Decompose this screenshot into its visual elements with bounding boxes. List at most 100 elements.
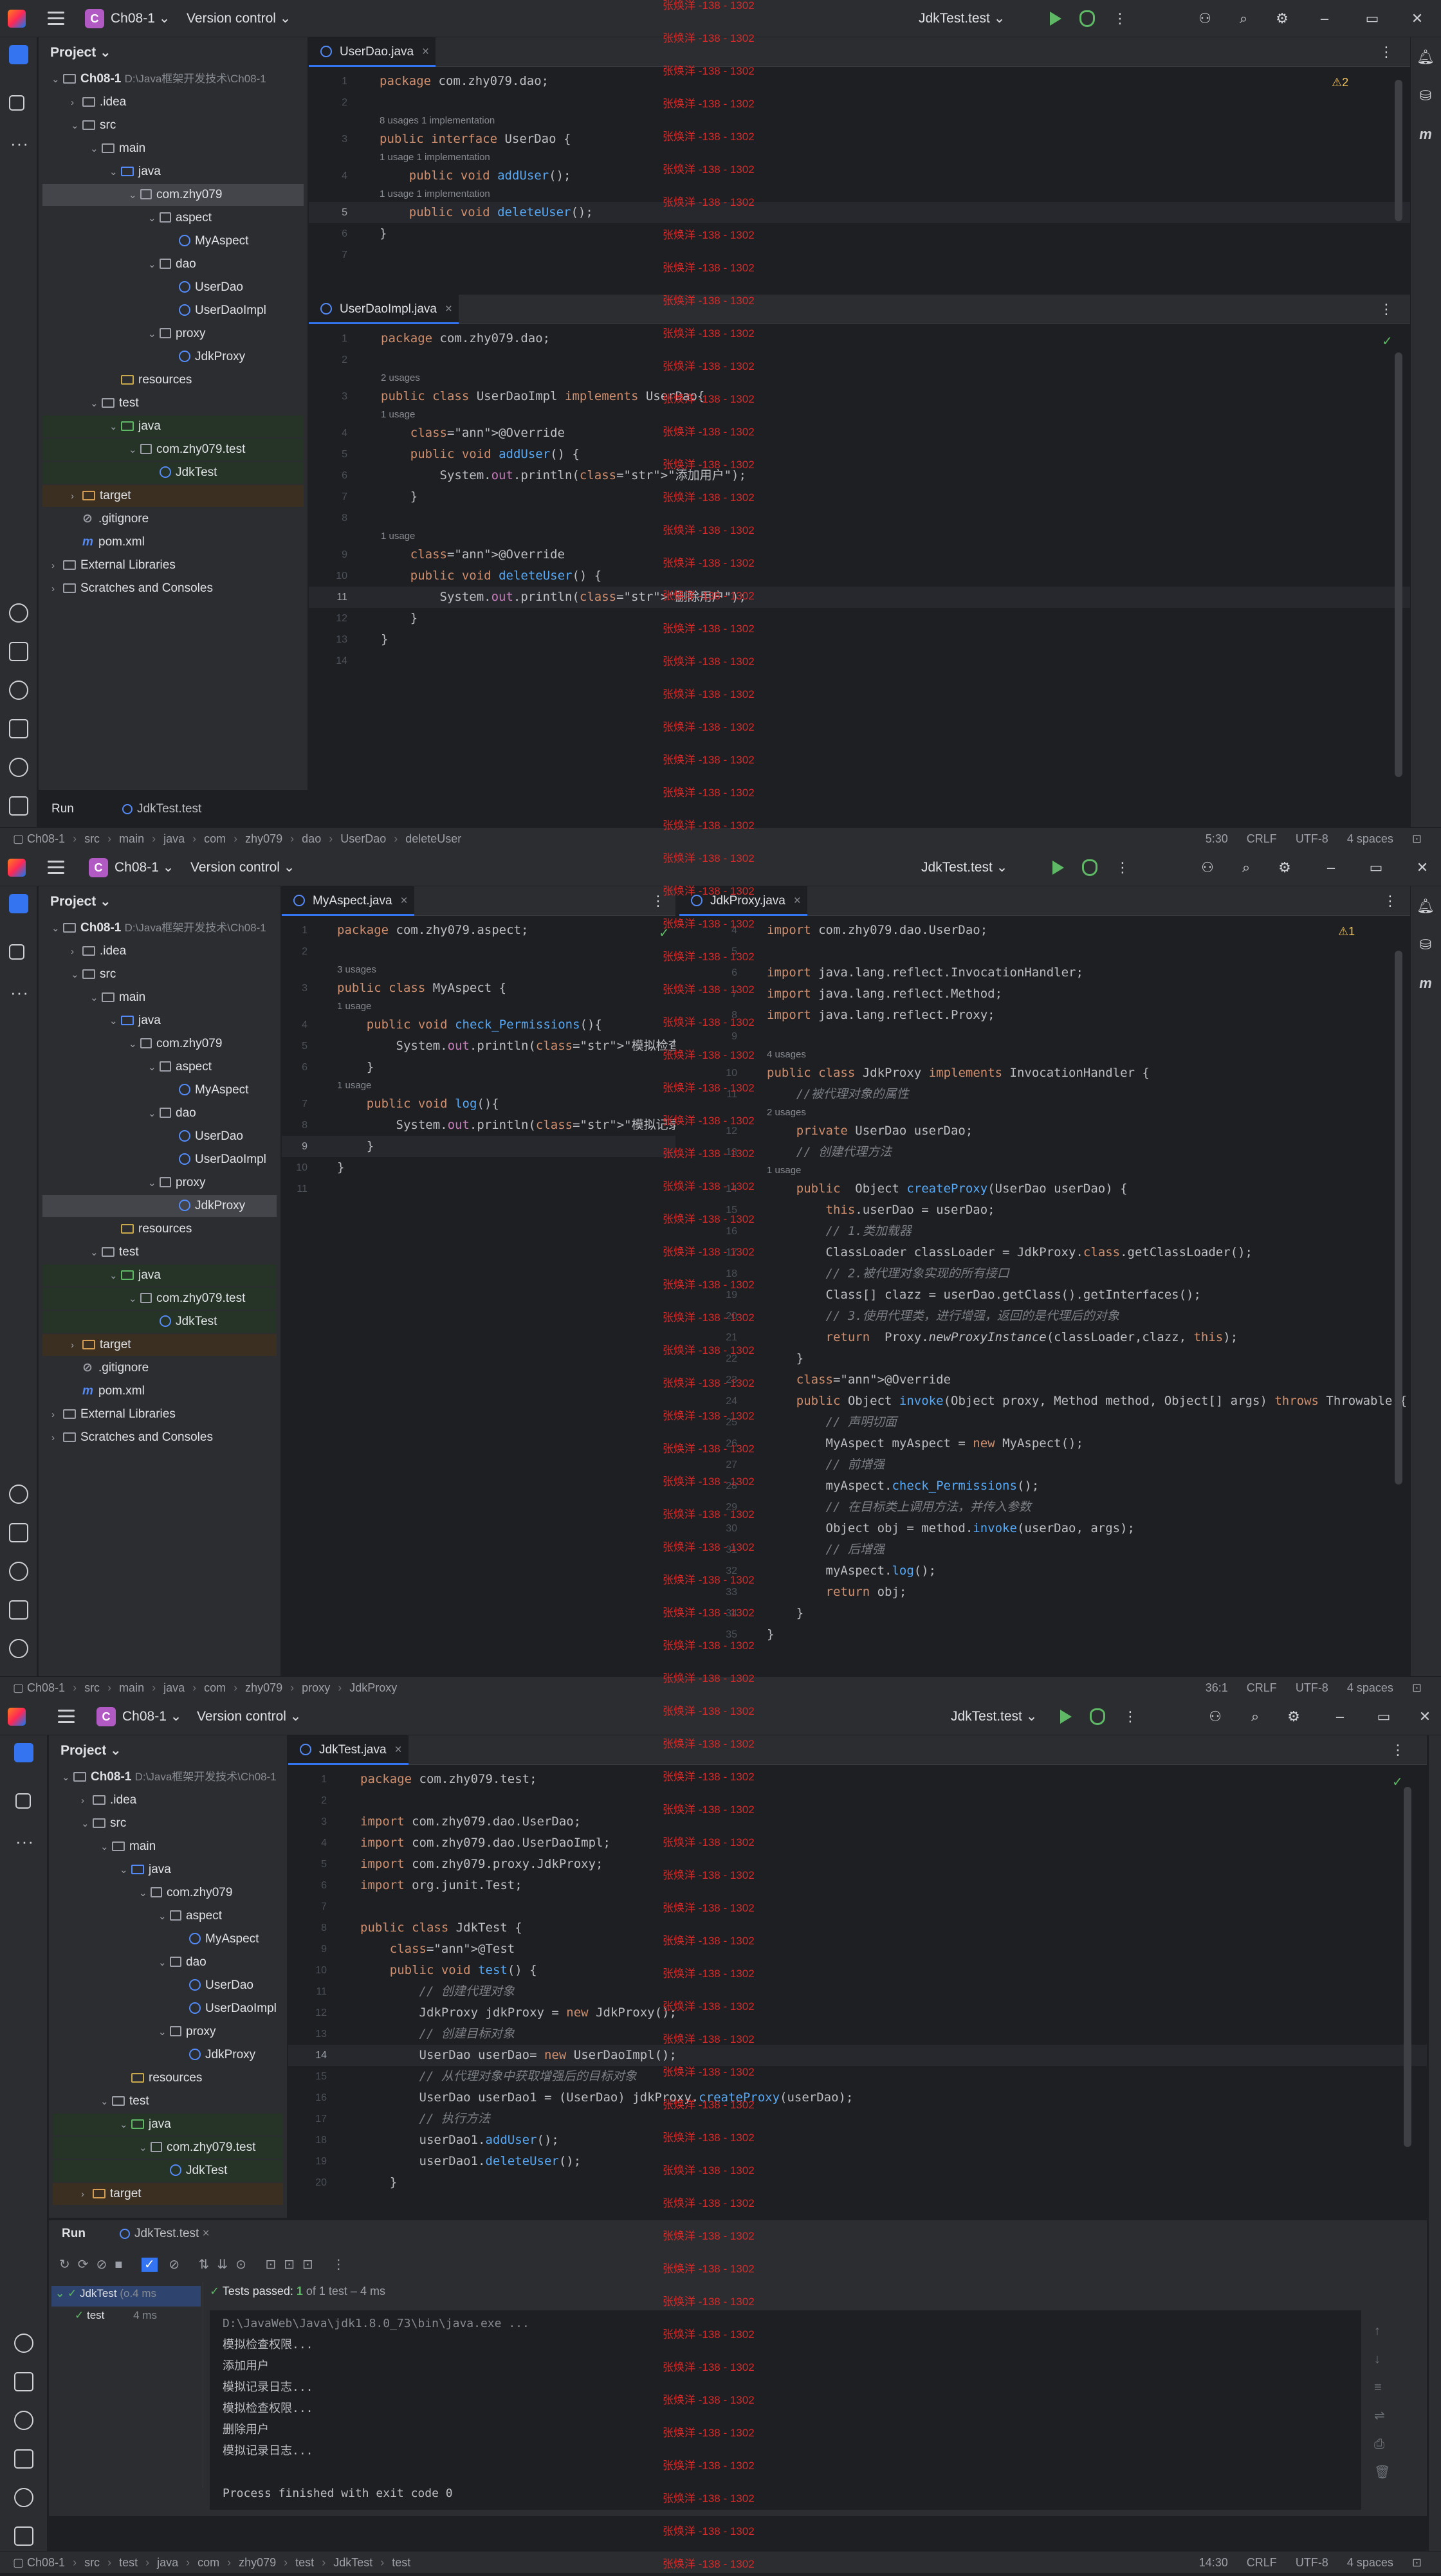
structure-tool-icon[interactable] bbox=[9, 944, 24, 960]
version-control-menu[interactable]: Version control ⌄ bbox=[197, 1706, 301, 1728]
test-tree-root[interactable]: ⌄ ✓ JdkTest (o.4 ms bbox=[55, 2287, 156, 2300]
code-line[interactable]: JdkProxy jdkProxy = new JdkProxy(); bbox=[360, 2002, 677, 2023]
tree-userdao[interactable]: UserDao bbox=[53, 1975, 283, 1996]
vertical-scrollbar[interactable] bbox=[1395, 352, 1402, 777]
expand-chevron-icon[interactable]: ⌄ bbox=[158, 1952, 170, 1974]
close-tab-icon[interactable]: × bbox=[400, 886, 407, 916]
tree-idea[interactable]: › .idea bbox=[42, 940, 277, 962]
tree-java[interactable]: ⌄ java bbox=[53, 1859, 283, 1881]
tab-menu-icon[interactable]: ⋮ bbox=[1377, 42, 1396, 62]
tab-jdktest[interactable]: JdkTest.java × bbox=[288, 1735, 408, 1765]
expand-chevron-icon[interactable]: ⌄ bbox=[90, 138, 102, 160]
code-line[interactable]: class="ann">@Override bbox=[767, 1369, 951, 1391]
expand-chevron-icon[interactable]: ⌄ bbox=[129, 1288, 140, 1310]
code-line[interactable]: this.userDao = userDao; bbox=[767, 1200, 995, 1221]
caret-position[interactable]: 5:30 bbox=[1206, 832, 1228, 845]
code-line[interactable]: import com.zhy079.dao.UserDao; bbox=[767, 920, 987, 941]
console-line[interactable]: 删除用户 bbox=[223, 2419, 269, 2440]
warning-count[interactable]: ⚠2 bbox=[1332, 76, 1348, 89]
indent-setting[interactable]: 4 spaces bbox=[1347, 832, 1393, 845]
tree-main[interactable]: ⌄ main bbox=[42, 138, 304, 160]
breadcrumb[interactable]: ▢ Ch08-1 › src › main › java › com › zhy079 › proxy ›… bbox=[13, 1677, 397, 1698]
tree-gitignore[interactable]: ⊘ .gitignore bbox=[42, 508, 304, 530]
tree-test[interactable]: ⌄ test bbox=[53, 2090, 283, 2112]
more-tools-icon[interactable]: ··· bbox=[10, 134, 29, 154]
tree-external-libraries[interactable]: › External Libraries bbox=[42, 554, 304, 576]
settings-gear-icon[interactable]: ⚙ bbox=[1272, 9, 1292, 28]
code-line[interactable]: } bbox=[381, 608, 418, 629]
code-line[interactable]: System.out.println(class="str">"模拟记录日志..… bbox=[337, 1115, 676, 1136]
breadcrumb[interactable]: ▢ Ch08-1 › src › test › java › com › zhy079 › test › J… bbox=[13, 2552, 410, 2573]
expand-chevron-icon[interactable]: ⌄ bbox=[90, 393, 102, 415]
code-line[interactable]: package com.zhy079.dao; bbox=[381, 328, 550, 349]
breadcrumb-item[interactable]: test bbox=[392, 2556, 410, 2569]
main-menu-icon[interactable] bbox=[58, 1710, 75, 1724]
console-side-toolbar[interactable]: ↑ ↓ ≡ ⇌ ⎙ 🗑︎ bbox=[1374, 2317, 1390, 2487]
tree-test-package[interactable]: ⌄ com.zhy079.test bbox=[53, 2137, 283, 2159]
line-endings[interactable]: CRLF bbox=[1247, 2556, 1277, 2569]
more-tools-icon[interactable]: ··· bbox=[15, 1832, 34, 1852]
project-switcher[interactable]: C Ch08-1 ⌄ bbox=[89, 857, 174, 879]
usage-hint[interactable]: 4 usages bbox=[767, 1047, 806, 1063]
code-line[interactable]: public class JdkProxy implements Invocat… bbox=[767, 1063, 1150, 1084]
expand-chevron-icon[interactable]: ⌄ bbox=[120, 1859, 131, 1881]
more-actions-icon[interactable]: ⋮ bbox=[1110, 9, 1130, 28]
code-line[interactable]: // 前增强 bbox=[767, 1454, 885, 1475]
expand-chevron-icon[interactable]: › bbox=[81, 1790, 93, 1812]
code-line[interactable]: // 声明切面 bbox=[767, 1412, 897, 1433]
build-tool-icon[interactable] bbox=[14, 2372, 33, 2391]
problems-tool-icon[interactable] bbox=[9, 758, 28, 777]
terminal-tool-icon[interactable] bbox=[14, 2449, 33, 2469]
version-control-menu[interactable]: Version control ⌄ bbox=[187, 8, 291, 30]
code-line[interactable]: System.out.println(class="str">"模拟检查权限..… bbox=[337, 1036, 676, 1057]
tree-aspect[interactable]: ⌄ aspect bbox=[53, 1905, 283, 1927]
breadcrumb-item[interactable]: src bbox=[84, 2556, 100, 2569]
expand-chevron-icon[interactable]: › bbox=[71, 486, 82, 507]
code-line[interactable]: // 2.被代理对象实现的所有接口 bbox=[767, 1263, 1009, 1284]
tree-jdkproxy[interactable]: JdkProxy bbox=[53, 2044, 283, 2066]
console-line[interactable]: 模拟记录日志... bbox=[223, 2377, 313, 2398]
breadcrumb-item[interactable]: com bbox=[197, 2556, 219, 2569]
code-line[interactable]: } bbox=[767, 1603, 803, 1624]
tree-jdktest[interactable]: JdkTest bbox=[42, 462, 304, 484]
tree-target[interactable]: › target bbox=[42, 485, 304, 507]
expand-chevron-icon[interactable]: ⌄ bbox=[148, 1103, 160, 1125]
breadcrumb-item[interactable]: main bbox=[119, 832, 144, 845]
code-line[interactable]: import java.lang.reflect.Method; bbox=[767, 983, 1002, 1005]
tree-jdktest[interactable]: JdkTest bbox=[53, 2160, 283, 2182]
tree-external-libraries[interactable]: › External Libraries bbox=[42, 1403, 277, 1425]
line-endings[interactable]: CRLF bbox=[1247, 832, 1277, 845]
structure-tool-icon[interactable] bbox=[9, 95, 24, 111]
code-line[interactable]: // 1.类加载器 bbox=[767, 1221, 912, 1242]
close-icon[interactable]: ✕ bbox=[1413, 858, 1432, 877]
code-line[interactable]: UserDao userDao= new UserDaoImpl(); bbox=[360, 2045, 677, 2066]
code-line[interactable]: myAspect.log(); bbox=[767, 1560, 937, 1582]
expand-chevron-icon[interactable]: › bbox=[81, 2184, 93, 2206]
problems-tool-icon[interactable] bbox=[14, 2488, 33, 2507]
version-control-menu[interactable]: Version control ⌄ bbox=[190, 857, 295, 879]
console-line[interactable]: 添加用户 bbox=[223, 2355, 269, 2377]
expand-chevron-icon[interactable]: › bbox=[51, 1427, 63, 1449]
usage-hint[interactable]: 1 usage bbox=[337, 1078, 371, 1093]
code-line[interactable]: public void addUser() { bbox=[381, 444, 580, 465]
git-tool-icon[interactable] bbox=[14, 2526, 33, 2546]
code-line[interactable]: Object obj = method.invoke(userDao, args… bbox=[767, 1518, 1135, 1539]
add-user-icon[interactable]: ⚇ bbox=[1198, 858, 1217, 877]
expand-chevron-icon[interactable]: ⌄ bbox=[51, 918, 63, 940]
warning-count[interactable]: ⚠1 bbox=[1338, 925, 1355, 938]
breadcrumb-item[interactable]: JdkProxy bbox=[349, 1681, 397, 1694]
tree-src[interactable]: ⌄ src bbox=[42, 964, 277, 985]
run-tool-icon[interactable] bbox=[9, 1484, 28, 1504]
code-line[interactable]: userDao1.deleteUser(); bbox=[360, 2151, 582, 2172]
run-tab[interactable]: JdkTest.test × bbox=[120, 2227, 210, 2241]
breadcrumb-item[interactable]: test bbox=[295, 2556, 314, 2569]
maximize-icon[interactable]: ▭ bbox=[1366, 858, 1386, 877]
run-icon[interactable] bbox=[1050, 12, 1061, 26]
tree-myaspect[interactable]: MyAspect bbox=[42, 1079, 277, 1101]
expand-chevron-icon[interactable]: ⌄ bbox=[109, 161, 121, 183]
project-switcher[interactable]: C Ch08-1 ⌄ bbox=[85, 8, 170, 30]
expand-chevron-icon[interactable]: ⌄ bbox=[139, 2137, 151, 2159]
code-line[interactable]: class="ann">@Test bbox=[360, 1939, 515, 1960]
code-line[interactable]: } bbox=[380, 223, 387, 244]
code-line[interactable]: public class MyAspect { bbox=[337, 978, 506, 999]
